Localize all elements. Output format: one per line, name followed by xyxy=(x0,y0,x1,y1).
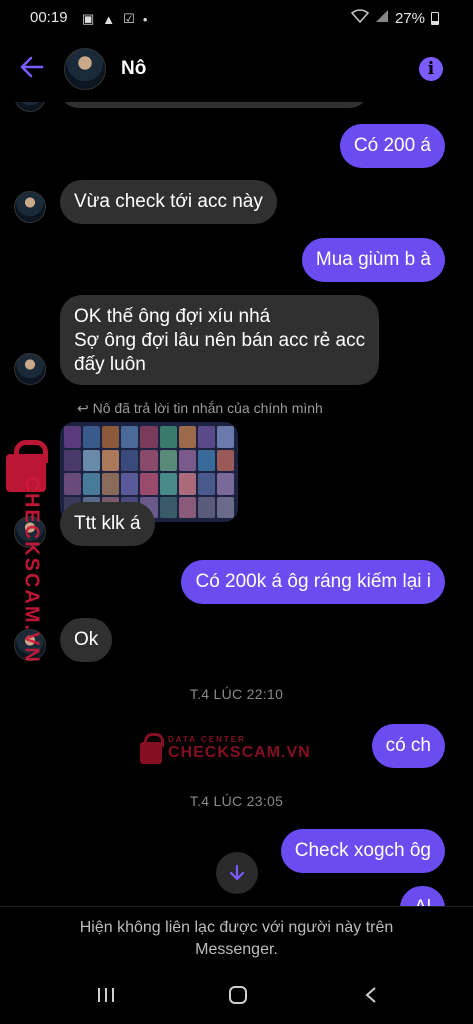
contact-avatar[interactable] xyxy=(64,48,106,90)
back-arrow-icon[interactable] xyxy=(20,56,44,83)
dot-icon: • xyxy=(142,11,148,27)
message-out[interactable]: Có 200k á ôg ráng kiếm lại i xyxy=(181,560,445,604)
status-time: 00:19 xyxy=(30,9,68,26)
message-in-multiline[interactable]: OK thế ông đợi xíu nhá Sợ ông đợi lâu nê… xyxy=(60,295,380,385)
check-icon: ☑ xyxy=(123,11,135,26)
home-icon[interactable] xyxy=(228,986,248,1009)
status-bar: 00:19 ▣ ▲ ☑ • 27% xyxy=(0,0,473,38)
message-bubble-partial[interactable] xyxy=(60,102,368,108)
message-in[interactable]: Ttt klk á xyxy=(60,502,155,546)
warning-icon: ▲ xyxy=(102,11,116,27)
sender-avatar xyxy=(14,102,46,112)
message-out[interactable]: có ch xyxy=(371,724,445,768)
scroll-down-button[interactable] xyxy=(216,852,258,894)
watermark-center: DATA CENTER CHECKSCAM.VN xyxy=(140,732,311,764)
timestamp: T.4 LÚC 23:05 xyxy=(189,793,284,809)
image-icon: ▣ xyxy=(82,11,95,26)
lock-icon xyxy=(140,733,164,764)
timestamp: T.4 LÚC 22:10 xyxy=(189,686,284,702)
arrow-down-icon xyxy=(229,864,245,881)
message-out-partial[interactable]: Al xyxy=(400,886,445,906)
sender-avatar xyxy=(14,191,46,223)
info-icon[interactable]: i xyxy=(419,57,443,81)
contact-name[interactable]: Nô xyxy=(121,58,146,80)
battery-icon xyxy=(431,11,439,25)
message-out[interactable]: Mua giùm b à xyxy=(301,238,445,282)
message-out[interactable]: Có 200 á xyxy=(339,124,445,168)
message-in[interactable]: Ok xyxy=(60,618,113,662)
system-nav-bar xyxy=(0,968,473,1024)
message-out[interactable]: Check xogch ôg xyxy=(280,829,445,873)
signal-icon xyxy=(375,9,389,27)
sender-avatar xyxy=(14,353,46,385)
battery-percent: 27% xyxy=(394,9,425,27)
reply-note: ↩ Nô đã trả lời tin nhắn của chính mình xyxy=(77,400,323,416)
message-in[interactable]: Vừa check tới acc này xyxy=(60,180,277,224)
unavailable-notice: Hiện không liên lạc được với người này t… xyxy=(0,906,473,968)
chat-header: Nô i xyxy=(0,38,473,102)
recent-apps-icon[interactable] xyxy=(96,986,116,1009)
back-icon[interactable] xyxy=(364,986,378,1009)
watermark-vertical: CHECKSCAM.VN xyxy=(6,440,52,664)
reply-icon: ↩ xyxy=(77,400,93,416)
message-list[interactable]: Có 200 á Vừa check tới acc này Mua giùm … xyxy=(0,102,473,906)
wifi-icon xyxy=(350,9,370,27)
